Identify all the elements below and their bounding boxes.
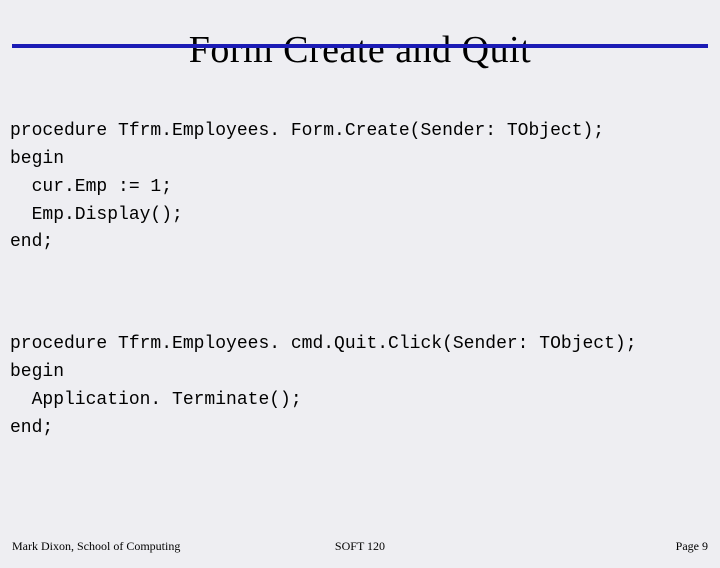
slide-footer: Mark Dixon, School of Computing SOFT 120… <box>12 539 708 554</box>
footer-course: SOFT 120 <box>335 539 385 554</box>
slide-title: Form Create and Quit <box>0 28 720 72</box>
code-line: end; <box>10 418 53 438</box>
code-line: procedure Tfrm.Employees. cmd.Quit.Click… <box>10 334 637 354</box>
code-block-formcreate: procedure Tfrm.Employees. Form.Create(Se… <box>0 72 720 257</box>
code-line: end; <box>10 232 53 252</box>
code-line: begin <box>10 149 64 169</box>
code-line: procedure Tfrm.Employees. Form.Create(Se… <box>10 121 604 141</box>
header-divider <box>12 44 708 48</box>
code-line: begin <box>10 362 64 382</box>
code-line: Application. Terminate(); <box>10 390 302 410</box>
footer-page: Page 9 <box>676 539 708 554</box>
code-block-quitclick: procedure Tfrm.Employees. cmd.Quit.Click… <box>0 285 720 442</box>
code-line: cur.Emp := 1; <box>10 177 172 197</box>
code-line: Emp.Display(); <box>10 205 183 225</box>
code-gap <box>0 257 720 285</box>
footer-author: Mark Dixon, School of Computing <box>12 539 180 554</box>
